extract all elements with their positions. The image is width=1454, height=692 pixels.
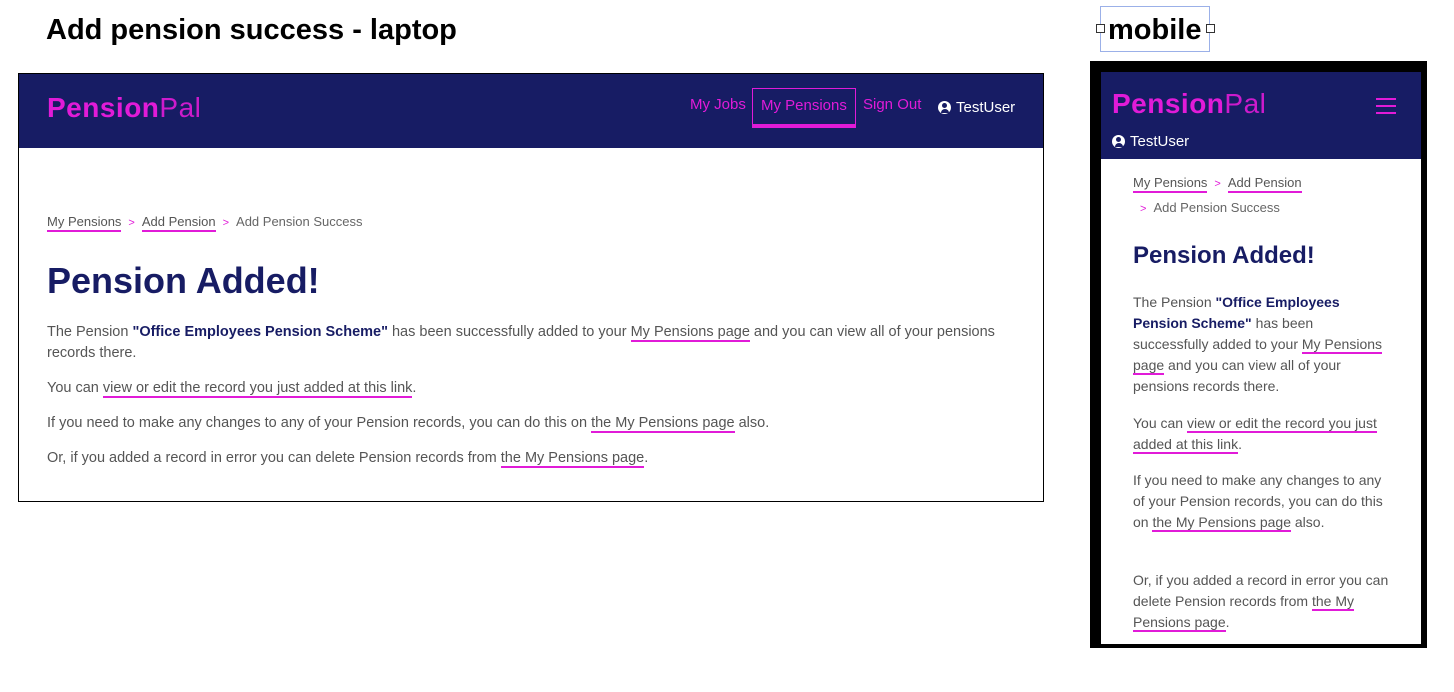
breadcrumb-separator: > xyxy=(1140,203,1147,215)
brand-logo-bold: Pension xyxy=(47,92,160,123)
laptop-frame-title: Add pension success - laptop xyxy=(46,14,457,46)
success-paragraph: The Pension "Office Employees Pension Sc… xyxy=(47,322,997,364)
p2-post: . xyxy=(412,380,417,396)
nav-my-pensions[interactable]: My Pensions xyxy=(761,97,847,114)
user-circle-icon xyxy=(938,101,951,114)
laptop-frame: PensionPal My Jobs My Pensions Sign Out … xyxy=(18,73,1044,502)
username: TestUser xyxy=(1130,133,1190,150)
breadcrumb-add-pension[interactable]: Add Pension xyxy=(1227,175,1302,193)
mobile-frame-title: mobile xyxy=(1108,14,1202,46)
p3-post: also. xyxy=(734,415,770,431)
delete-paragraph: Or, if you added a record in error you c… xyxy=(47,448,997,469)
breadcrumb-my-pensions[interactable]: My Pensions xyxy=(47,214,122,232)
brand-logo[interactable]: PensionPal xyxy=(1112,88,1266,120)
breadcrumb: My Pensions > Add Pension > Add Pension Succ… xyxy=(47,214,363,232)
hamburger-menu-icon[interactable] xyxy=(1376,98,1396,114)
p2-pre: You can xyxy=(1133,415,1187,431)
breadcrumb-current: Add Pension Success xyxy=(1153,200,1280,215)
username: TestUser xyxy=(956,99,1016,116)
my-pensions-page-link[interactable]: the My Pensions page xyxy=(591,415,735,433)
navbar: PensionPal My Jobs My Pensions Sign Out … xyxy=(19,74,1043,148)
p2-pre: You can xyxy=(47,380,103,396)
p1-pre: The Pension xyxy=(47,324,133,340)
breadcrumb-separator: > xyxy=(1214,178,1221,190)
success-paragraph: The Pension "Office Employees Pension Sc… xyxy=(1133,292,1391,397)
page-title: Pension Added! xyxy=(47,260,320,301)
pension-name: "Office Employees Pension Scheme" xyxy=(132,324,388,340)
p4-post: . xyxy=(1225,614,1230,630)
breadcrumb-separator: > xyxy=(128,217,135,229)
breadcrumb-my-pensions[interactable]: My Pensions xyxy=(1133,175,1208,193)
breadcrumb-current: Add Pension Success xyxy=(236,214,363,229)
selection-handle-right[interactable] xyxy=(1206,24,1215,33)
changes-paragraph: If you need to make any changes to any o… xyxy=(1133,470,1391,533)
breadcrumb-separator: > xyxy=(222,217,230,229)
p1-pre: The Pension xyxy=(1133,294,1216,310)
my-pensions-page-link[interactable]: the My Pensions page xyxy=(1152,514,1291,532)
user-menu[interactable]: TestUser xyxy=(938,99,1015,116)
page-title: Pension Added! xyxy=(1133,242,1315,269)
p4-post: . xyxy=(644,450,649,466)
p3-post: also. xyxy=(1291,514,1325,530)
nav-sign-out[interactable]: Sign Out xyxy=(863,96,921,113)
delete-paragraph: Or, if you added a record in error you c… xyxy=(1133,570,1391,633)
brand-logo-light: Pal xyxy=(1224,88,1267,119)
p4-pre: Or, if you added a record in error you c… xyxy=(47,450,501,466)
view-edit-paragraph: You can view or edit the record you just… xyxy=(1133,413,1391,455)
nav-active-indicator xyxy=(752,124,856,128)
brand-logo[interactable]: PensionPal xyxy=(47,92,201,124)
p3-pre: If you need to make any changes to any o… xyxy=(47,415,592,431)
view-edit-record-link[interactable]: view or edit the record you just added a… xyxy=(102,380,413,398)
nav-my-jobs[interactable]: My Jobs xyxy=(690,96,746,113)
view-edit-paragraph: You can view or edit the record you just… xyxy=(47,378,997,399)
p1-post: and you can view all of your pensions re… xyxy=(1133,357,1341,394)
p1-mid: has been successfully added to your xyxy=(387,324,631,340)
mobile-navbar: PensionPal TestUser xyxy=(1101,72,1421,159)
mobile-frame: PensionPal TestUser My Pensions > Add Pens… xyxy=(1101,72,1421,644)
breadcrumb: My Pensions > Add Pension > Add Pension Succ… xyxy=(1133,171,1393,221)
brand-logo-light: Pal xyxy=(159,92,202,123)
user-menu[interactable]: TestUser xyxy=(1112,133,1189,150)
brand-logo-bold: Pension xyxy=(1112,88,1225,119)
user-circle-icon xyxy=(1112,135,1125,148)
selection-handle-left[interactable] xyxy=(1096,24,1105,33)
changes-paragraph: If you need to make any changes to any o… xyxy=(47,413,997,434)
p2-post: . xyxy=(1238,436,1242,452)
breadcrumb-add-pension[interactable]: Add Pension xyxy=(141,214,216,232)
my-pensions-link[interactable]: My Pensions page xyxy=(630,324,750,342)
my-pensions-page-link[interactable]: the My Pensions page xyxy=(500,450,645,468)
